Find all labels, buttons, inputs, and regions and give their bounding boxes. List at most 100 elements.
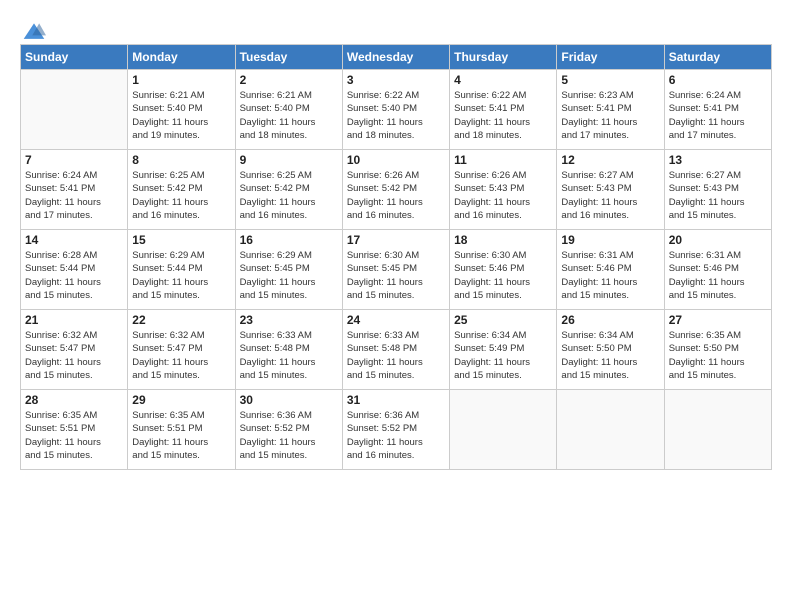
header-day-tuesday: Tuesday	[235, 45, 342, 70]
cell-info: Sunrise: 6:36 AMSunset: 5:52 PMDaylight:…	[347, 409, 445, 462]
cell-info: Sunrise: 6:24 AMSunset: 5:41 PMDaylight:…	[25, 169, 123, 222]
calendar-cell: 16 Sunrise: 6:29 AMSunset: 5:45 PMDayligh…	[235, 230, 342, 310]
header-day-wednesday: Wednesday	[342, 45, 449, 70]
cell-info: Sunrise: 6:32 AMSunset: 5:47 PMDaylight:…	[132, 329, 230, 382]
calendar-cell: 23 Sunrise: 6:33 AMSunset: 5:48 PMDayligh…	[235, 310, 342, 390]
cell-day-number: 10	[347, 153, 445, 167]
cell-day-number: 15	[132, 233, 230, 247]
calendar-cell: 11 Sunrise: 6:26 AMSunset: 5:43 PMDayligh…	[450, 150, 557, 230]
calendar-cell: 19Sunrise: 6:31 AMSunset: 5:46 PMDayligh…	[557, 230, 664, 310]
cell-info: Sunrise: 6:26 AMSunset: 5:42 PMDaylight:…	[347, 169, 445, 222]
cell-info: Sunrise: 6:29 AMSunset: 5:44 PMDaylight:…	[132, 249, 230, 302]
cell-info: Sunrise: 6:30 AMSunset: 5:45 PMDaylight:…	[347, 249, 445, 302]
cell-day-number: 16	[240, 233, 338, 247]
cell-info: Sunrise: 6:36 AMSunset: 5:52 PMDaylight:…	[240, 409, 338, 462]
calendar-cell: 20 Sunrise: 6:31 AMSunset: 5:46 PMDayligh…	[664, 230, 771, 310]
cell-day-number: 7	[25, 153, 123, 167]
calendar-table: SundayMondayTuesdayWednesdayThursdayFrid…	[20, 44, 772, 470]
cell-day-number: 23	[240, 313, 338, 327]
logo	[20, 20, 46, 40]
cell-info: Sunrise: 6:31 AMSunset: 5:46 PMDaylight:…	[669, 249, 767, 302]
cell-info: Sunrise: 6:27 AMSunset: 5:43 PMDaylight:…	[669, 169, 767, 222]
cell-day-number: 19	[561, 233, 659, 247]
calendar-cell	[557, 390, 664, 470]
calendar-cell: 7 Sunrise: 6:24 AMSunset: 5:41 PMDaylight…	[21, 150, 128, 230]
calendar-cell	[664, 390, 771, 470]
cell-day-number: 26	[561, 313, 659, 327]
cell-day-number: 6	[669, 73, 767, 87]
cell-day-number: 22	[132, 313, 230, 327]
calendar-cell: 3 Sunrise: 6:22 AMSunset: 5:40 PMDaylight…	[342, 70, 449, 150]
cell-info: Sunrise: 6:34 AMSunset: 5:49 PMDaylight:…	[454, 329, 552, 382]
calendar-cell: 26 Sunrise: 6:34 AMSunset: 5:50 PMDayligh…	[557, 310, 664, 390]
cell-info: Sunrise: 6:35 AMSunset: 5:50 PMDaylight:…	[669, 329, 767, 382]
calendar-cell: 6 Sunrise: 6:24 AMSunset: 5:41 PMDaylight…	[664, 70, 771, 150]
calendar-week-row: 7 Sunrise: 6:24 AMSunset: 5:41 PMDaylight…	[21, 150, 772, 230]
calendar-cell: 24 Sunrise: 6:33 AMSunset: 5:48 PMDayligh…	[342, 310, 449, 390]
cell-day-number: 2	[240, 73, 338, 87]
cell-info: Sunrise: 6:23 AMSunset: 5:41 PMDaylight:…	[561, 89, 659, 142]
calendar-cell: 17 Sunrise: 6:30 AMSunset: 5:45 PMDayligh…	[342, 230, 449, 310]
cell-info: Sunrise: 6:30 AMSunset: 5:46 PMDaylight:…	[454, 249, 552, 302]
calendar-week-row: 14Sunrise: 6:28 AMSunset: 5:44 PMDayligh…	[21, 230, 772, 310]
calendar-week-row: 21 Sunrise: 6:32 AMSunset: 5:47 PMDayligh…	[21, 310, 772, 390]
cell-info: Sunrise: 6:22 AMSunset: 5:40 PMDaylight:…	[347, 89, 445, 142]
cell-day-number: 4	[454, 73, 552, 87]
calendar-cell: 13 Sunrise: 6:27 AMSunset: 5:43 PMDayligh…	[664, 150, 771, 230]
calendar-cell: 18Sunrise: 6:30 AMSunset: 5:46 PMDayligh…	[450, 230, 557, 310]
header-day-friday: Friday	[557, 45, 664, 70]
cell-info: Sunrise: 6:35 AMSunset: 5:51 PMDaylight:…	[132, 409, 230, 462]
header-day-saturday: Saturday	[664, 45, 771, 70]
cell-day-number: 13	[669, 153, 767, 167]
calendar-week-row: 28Sunrise: 6:35 AMSunset: 5:51 PMDayligh…	[21, 390, 772, 470]
calendar-cell: 1Sunrise: 6:21 AMSunset: 5:40 PMDaylight…	[128, 70, 235, 150]
cell-day-number: 27	[669, 313, 767, 327]
calendar-body: 1Sunrise: 6:21 AMSunset: 5:40 PMDaylight…	[21, 70, 772, 470]
cell-day-number: 9	[240, 153, 338, 167]
cell-info: Sunrise: 6:34 AMSunset: 5:50 PMDaylight:…	[561, 329, 659, 382]
cell-day-number: 30	[240, 393, 338, 407]
calendar-cell: 22 Sunrise: 6:32 AMSunset: 5:47 PMDayligh…	[128, 310, 235, 390]
calendar-cell: 12Sunrise: 6:27 AMSunset: 5:43 PMDayligh…	[557, 150, 664, 230]
cell-info: Sunrise: 6:29 AMSunset: 5:45 PMDaylight:…	[240, 249, 338, 302]
calendar-cell: 27 Sunrise: 6:35 AMSunset: 5:50 PMDayligh…	[664, 310, 771, 390]
calendar-cell: 29 Sunrise: 6:35 AMSunset: 5:51 PMDayligh…	[128, 390, 235, 470]
cell-info: Sunrise: 6:26 AMSunset: 5:43 PMDaylight:…	[454, 169, 552, 222]
cell-day-number: 24	[347, 313, 445, 327]
cell-day-number: 3	[347, 73, 445, 87]
calendar-cell	[450, 390, 557, 470]
cell-day-number: 20	[669, 233, 767, 247]
calendar-cell: 31 Sunrise: 6:36 AMSunset: 5:52 PMDayligh…	[342, 390, 449, 470]
calendar-cell: 10 Sunrise: 6:26 AMSunset: 5:42 PMDayligh…	[342, 150, 449, 230]
cell-info: Sunrise: 6:22 AMSunset: 5:41 PMDaylight:…	[454, 89, 552, 142]
cell-day-number: 25	[454, 313, 552, 327]
cell-day-number: 21	[25, 313, 123, 327]
cell-day-number: 31	[347, 393, 445, 407]
cell-info: Sunrise: 6:32 AMSunset: 5:47 PMDaylight:…	[25, 329, 123, 382]
header-day-monday: Monday	[128, 45, 235, 70]
cell-info: Sunrise: 6:24 AMSunset: 5:41 PMDaylight:…	[669, 89, 767, 142]
cell-info: Sunrise: 6:35 AMSunset: 5:51 PMDaylight:…	[25, 409, 123, 462]
calendar-cell: 15 Sunrise: 6:29 AMSunset: 5:44 PMDayligh…	[128, 230, 235, 310]
cell-info: Sunrise: 6:28 AMSunset: 5:44 PMDaylight:…	[25, 249, 123, 302]
cell-info: Sunrise: 6:25 AMSunset: 5:42 PMDaylight:…	[240, 169, 338, 222]
cell-info: Sunrise: 6:33 AMSunset: 5:48 PMDaylight:…	[347, 329, 445, 382]
cell-day-number: 29	[132, 393, 230, 407]
calendar-cell	[21, 70, 128, 150]
header	[20, 16, 772, 40]
cell-day-number: 17	[347, 233, 445, 247]
calendar-cell: 8Sunrise: 6:25 AMSunset: 5:42 PMDaylight…	[128, 150, 235, 230]
calendar-cell: 25 Sunrise: 6:34 AMSunset: 5:49 PMDayligh…	[450, 310, 557, 390]
calendar-header-row: SundayMondayTuesdayWednesdayThursdayFrid…	[21, 45, 772, 70]
cell-info: Sunrise: 6:33 AMSunset: 5:48 PMDaylight:…	[240, 329, 338, 382]
calendar-cell: 21 Sunrise: 6:32 AMSunset: 5:47 PMDayligh…	[21, 310, 128, 390]
calendar-cell: 28Sunrise: 6:35 AMSunset: 5:51 PMDayligh…	[21, 390, 128, 470]
cell-info: Sunrise: 6:21 AMSunset: 5:40 PMDaylight:…	[132, 89, 230, 142]
cell-info: Sunrise: 6:21 AMSunset: 5:40 PMDaylight:…	[240, 89, 338, 142]
calendar-cell: 14Sunrise: 6:28 AMSunset: 5:44 PMDayligh…	[21, 230, 128, 310]
calendar-cell: 9 Sunrise: 6:25 AMSunset: 5:42 PMDaylight…	[235, 150, 342, 230]
calendar-cell: 4 Sunrise: 6:22 AMSunset: 5:41 PMDaylight…	[450, 70, 557, 150]
cell-day-number: 11	[454, 153, 552, 167]
logo-icon	[22, 20, 46, 44]
header-day-thursday: Thursday	[450, 45, 557, 70]
